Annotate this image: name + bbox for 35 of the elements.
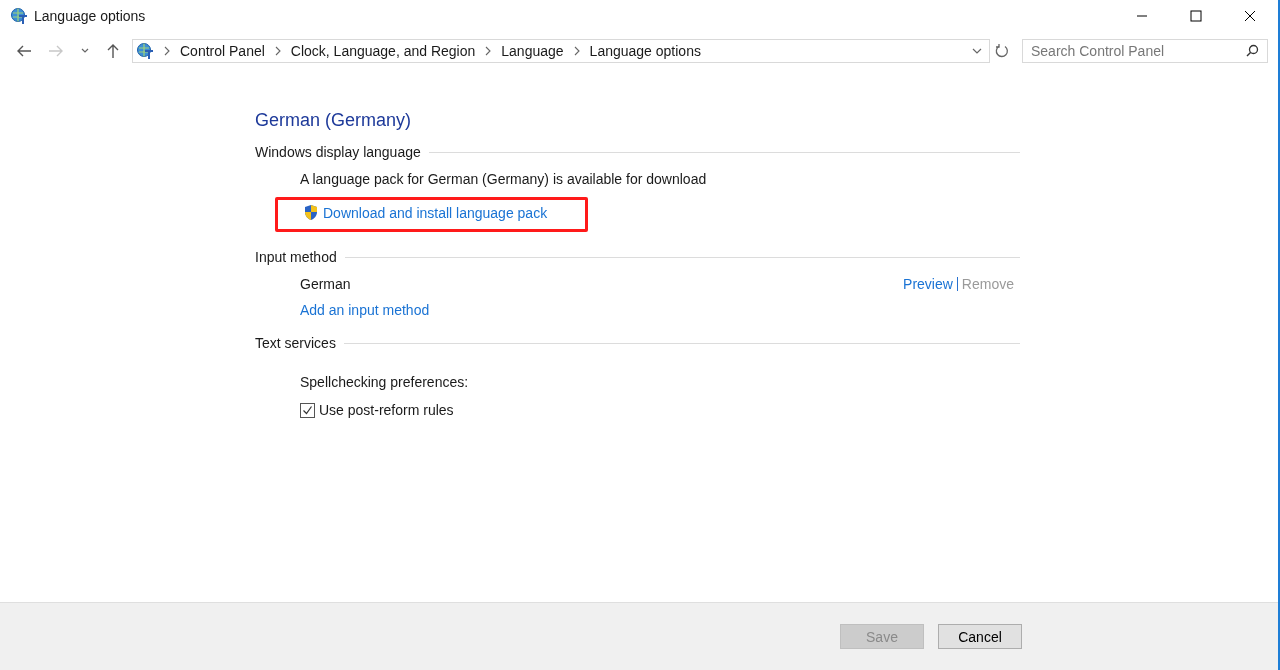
- chevron-down-icon[interactable]: [80, 47, 90, 55]
- search-icon: [1246, 44, 1259, 57]
- globe-icon: [136, 42, 154, 60]
- dialog-button[interactable]: Cancel: [938, 624, 1022, 649]
- action-link[interactable]: Preview: [903, 276, 953, 292]
- preferences-label: Spellchecking preferences:: [300, 374, 470, 390]
- language-heading: German (Germany): [255, 110, 413, 131]
- up-arrow-icon[interactable]: [106, 43, 120, 59]
- breadcrumb-item[interactable]: Language: [501, 43, 564, 59]
- input-method-name: German: [300, 276, 351, 292]
- globe-icon: [10, 7, 28, 25]
- window-title: Language options: [34, 8, 146, 24]
- back-arrow-icon[interactable]: [16, 44, 32, 58]
- download-link[interactable]: Download and install language pack: [275, 197, 589, 232]
- checkbox[interactable]: [300, 402, 315, 418]
- breadcrumb-item[interactable]: Clock, Language, and Region: [290, 43, 476, 59]
- address-bar[interactable]: Control Panel Clock, Language, and Region Language Language options: [132, 39, 990, 63]
- add-input-method-link[interactable]: Add an input method: [300, 302, 430, 318]
- breadcrumb-item[interactable]: Language options: [589, 43, 701, 59]
- chevron-right-icon: [273, 46, 282, 56]
- chevron-down-icon[interactable]: [971, 47, 983, 55]
- section-title: Windows display language: [255, 144, 421, 160]
- refresh-icon[interactable]: [994, 43, 1010, 59]
- checkbox-label: Use post-reform rules: [319, 402, 454, 418]
- maximize-icon[interactable]: [1190, 10, 1202, 22]
- section-title: Text services: [255, 335, 336, 351]
- info-text: A language pack for German (Germany) is available for download: [300, 171, 708, 187]
- chevron-right-icon: [484, 46, 493, 56]
- breadcrumb-item[interactable]: Control Panel: [180, 43, 265, 59]
- chevron-right-icon: [572, 46, 581, 56]
- shield-icon: [303, 204, 319, 221]
- section-title: Input method: [255, 249, 337, 265]
- search-field[interactable]: Search Control Panel: [1022, 39, 1268, 63]
- chevron-right-icon: [163, 46, 171, 56]
- close-icon[interactable]: [1244, 10, 1256, 22]
